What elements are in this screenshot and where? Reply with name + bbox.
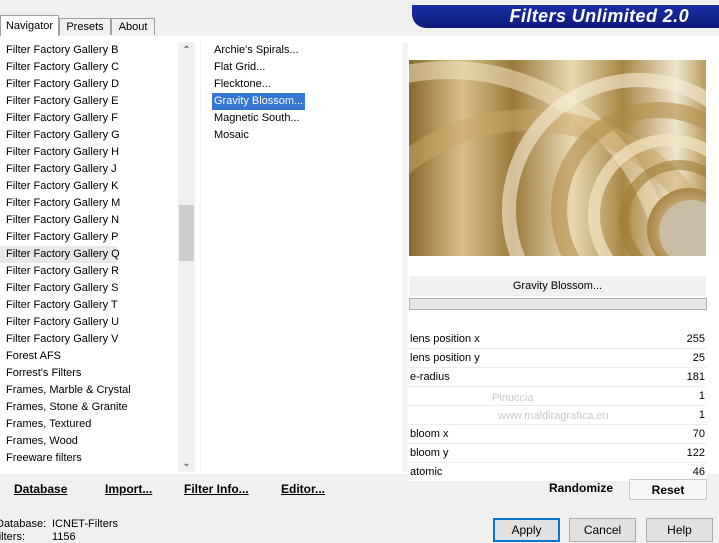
category-item[interactable]: Filter Factory Gallery T	[0, 297, 178, 314]
parameter-label: lens position y	[410, 352, 480, 364]
filter-item[interactable]: Mosaic	[212, 127, 251, 144]
randomize-button[interactable]: Randomize	[549, 481, 613, 495]
app-banner: Filters Unlimited 2.0	[412, 5, 719, 28]
parameter-slider[interactable]: lens position y 25	[408, 349, 707, 368]
category-item[interactable]: Filter Factory Gallery B	[0, 42, 178, 59]
database-value: ICNET-Filters	[52, 518, 118, 530]
tab-about[interactable]: About	[111, 18, 155, 35]
parameter-label: lens position x	[410, 333, 480, 345]
parameter-label: atomic	[410, 466, 443, 478]
category-item[interactable]: Filter Factory Gallery Q	[0, 246, 120, 263]
parameter-label: bloom y	[410, 447, 449, 459]
category-scrollbar[interactable]: ⌃ ⌄	[178, 42, 195, 472]
apply-button[interactable]: Apply	[493, 518, 560, 542]
help-button[interactable]: Help	[646, 518, 713, 542]
category-item[interactable]: Filter Factory Gallery E	[0, 93, 178, 110]
category-item[interactable]: Filter Factory Gallery J	[0, 161, 178, 178]
filter-row[interactable]: Flat Grid...	[208, 59, 398, 76]
parameter-value: 181	[686, 371, 705, 383]
parameter-label: bloom x	[410, 428, 449, 440]
filter-item[interactable]: Flat Grid...	[212, 59, 267, 76]
filter-row[interactable]: Mosaic	[208, 127, 398, 144]
category-item[interactable]: Filter Factory Gallery K	[0, 178, 178, 195]
filter-row[interactable]: Flecktone...	[208, 76, 398, 93]
parameter-value: 25	[692, 352, 705, 364]
category-item[interactable]: Forest AFS	[0, 348, 178, 365]
parameter-slider[interactable]: bloom y 122	[408, 444, 707, 463]
parameter-value: 122	[686, 447, 705, 459]
scroll-down-arrow-icon[interactable]: ⌄	[178, 455, 195, 472]
category-item[interactable]: Forrest's Filters	[0, 365, 178, 382]
parameter-value: 255	[686, 333, 705, 345]
category-item[interactable]: Filter Factory Gallery D	[0, 76, 178, 93]
filter-info-button[interactable]: Filter Info...	[184, 482, 249, 496]
database-label: Database:	[0, 518, 47, 530]
category-item[interactable]: Frames, Marble & Crystal	[0, 382, 178, 399]
category-item[interactable]: Filter Factory Gallery V	[0, 331, 178, 348]
preview-art	[409, 61, 706, 256]
category-item[interactable]: Freeware filters	[0, 450, 178, 467]
parameter-value: 70	[692, 428, 705, 440]
category-item[interactable]: Filter Factory Gallery R	[0, 263, 178, 280]
filters-label: Filters:	[0, 531, 25, 543]
filter-item[interactable]: Flecktone...	[212, 76, 273, 93]
parameter-slider[interactable]: lens position x 255	[408, 330, 707, 349]
category-item[interactable]: Frames, Stone & Granite	[0, 399, 178, 416]
preview-image	[409, 60, 706, 256]
app-title: Filters Unlimited 2.0	[509, 6, 689, 26]
filter-list[interactable]: Archie's Spirals... Flat Grid... Flecktone…	[208, 42, 398, 144]
category-item[interactable]: Frames, Textured	[0, 416, 178, 433]
category-item[interactable]: Filter Factory Gallery H	[0, 144, 178, 161]
filter-row[interactable]: Archie's Spirals...	[208, 42, 398, 59]
parameter-value: 1	[698, 409, 705, 421]
list-divider	[200, 42, 201, 472]
cancel-button[interactable]: Cancel	[569, 518, 636, 542]
parameter-value: 1	[698, 390, 705, 402]
watermark: Pinuccia www.maldiragrafica.eu	[492, 392, 609, 422]
scroll-up-arrow-icon[interactable]: ⌃	[178, 42, 195, 59]
tab-navigator[interactable]: Navigator	[0, 15, 59, 36]
parameter-label: e-radius	[410, 371, 450, 383]
filter-row[interactable]: Magnetic South...	[208, 110, 398, 127]
import-button[interactable]: Import...	[105, 482, 152, 496]
category-item[interactable]: Filter Factory Gallery P	[0, 229, 178, 246]
filter-item[interactable]: Magnetic South...	[212, 110, 302, 127]
category-item[interactable]: Filter Factory Gallery U	[0, 314, 178, 331]
category-item[interactable]: Filter Factory Gallery M	[0, 195, 178, 212]
category-item[interactable]: Frames, Wood	[0, 433, 178, 450]
category-list[interactable]: Filter Factory Gallery B Filter Factory G…	[0, 42, 178, 472]
progress-bar	[409, 298, 707, 310]
preview-filter-name: Gravity Blossom...	[409, 276, 706, 296]
category-item[interactable]: Filter Factory Gallery S	[0, 280, 178, 297]
filter-item[interactable]: Archie's Spirals...	[212, 42, 301, 59]
filter-item[interactable]: Gravity Blossom...	[212, 93, 306, 110]
category-item[interactable]: Filter Factory Gallery C	[0, 59, 178, 76]
category-item[interactable]: Filter Factory Gallery G	[0, 127, 178, 144]
scroll-thumb[interactable]	[179, 205, 194, 261]
category-item[interactable]: Filter Factory Gallery N	[0, 212, 178, 229]
filters-value: 1156	[52, 531, 76, 543]
tab-presets[interactable]: Presets	[59, 18, 111, 35]
database-button[interactable]: Database	[14, 482, 67, 496]
editor-button[interactable]: Editor...	[281, 482, 325, 496]
category-item[interactable]: Filter Factory Gallery F	[0, 110, 178, 127]
filter-row[interactable]: Gravity Blossom...	[208, 93, 398, 110]
reset-button[interactable]: Reset	[629, 479, 707, 500]
